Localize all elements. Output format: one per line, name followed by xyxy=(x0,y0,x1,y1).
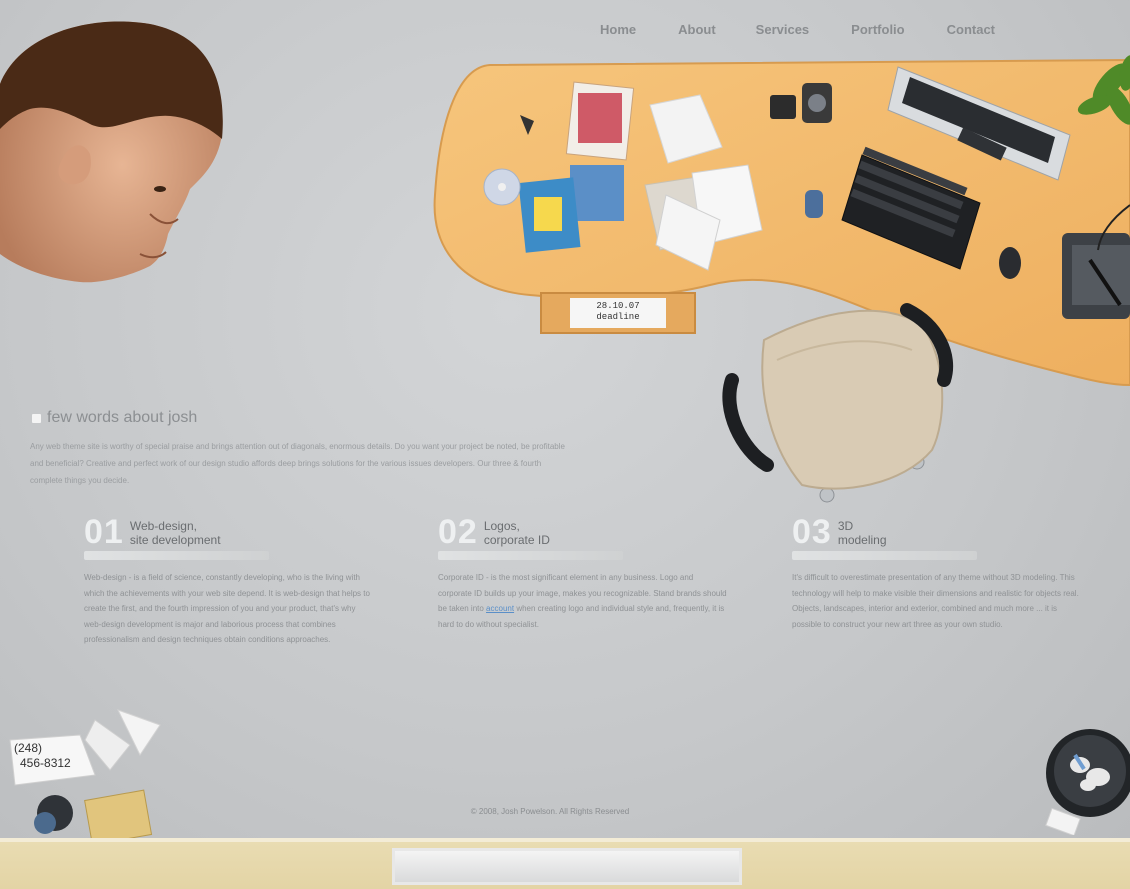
service-3d-modeling: 03 3D modeling It's difficult to overest… xyxy=(792,515,1082,632)
window-frame xyxy=(392,848,742,885)
service-title-line-1: 3D xyxy=(837,519,854,533)
account-link[interactable]: account xyxy=(486,604,514,613)
service-heading: 02 Logos, corporate ID xyxy=(438,515,728,549)
nav-home[interactable]: Home xyxy=(600,22,636,37)
bullet-icon xyxy=(32,413,41,423)
phone-note-line-2: 456-8312 xyxy=(20,756,71,770)
avatar-head-illustration xyxy=(0,21,223,283)
about-heading: few words about josh xyxy=(32,409,197,427)
service-description: It's difficult to overestimate presentat… xyxy=(792,573,1079,629)
about-title-text: few words about josh xyxy=(47,409,198,426)
service-title-line-1: Web-design, xyxy=(129,519,197,533)
phone-note-line-1: (248) xyxy=(14,741,42,755)
service-title: Logos, corporate ID xyxy=(484,515,550,547)
waste-bin-illustration xyxy=(1045,729,1130,835)
nav-contact[interactable]: Contact xyxy=(947,22,995,37)
service-description: Web-design - is a field of science, cons… xyxy=(84,573,370,644)
main-nav: Home About Services Portfolio Contact xyxy=(600,22,1033,37)
service-logos: 02 Logos, corporate ID Corporate ID - is… xyxy=(438,515,728,632)
desk-drawer: 28.10.07 deadline xyxy=(540,292,696,334)
service-divider xyxy=(792,551,977,560)
service-title: 3D modeling xyxy=(838,515,887,547)
service-description: Corporate ID - is the most significant e… xyxy=(438,570,728,632)
service-title-line-2: corporate ID xyxy=(483,533,550,547)
corner-items-illustration: (248) 456-8312 xyxy=(9,709,161,846)
about-paragraph: Any web theme site is worthy of special … xyxy=(30,442,565,485)
drawer-note-line-1: 28.10.07 xyxy=(596,301,640,311)
service-title-line-2: modeling xyxy=(837,533,887,547)
service-number: 02 xyxy=(438,513,478,551)
footer-copyright: © 2008, Josh Powelson. All Rights Reserv… xyxy=(470,807,630,816)
nav-services[interactable]: Services xyxy=(756,22,810,37)
office-chair-illustration xyxy=(722,303,954,503)
service-heading: 03 3D modeling xyxy=(792,515,1082,549)
drawer-note-line-2: deadline xyxy=(596,312,640,322)
nav-about[interactable]: About xyxy=(678,22,716,37)
service-heading: 01 Web-design, site development xyxy=(84,515,374,549)
service-divider xyxy=(438,551,623,560)
service-title-line-1: Logos, xyxy=(483,519,520,533)
service-title: Web-design, site development xyxy=(130,515,221,547)
service-web-design: 01 Web-design, site development Web-desi… xyxy=(84,515,374,648)
drawer-note: 28.10.07 deadline xyxy=(570,298,666,328)
service-number: 03 xyxy=(792,513,832,551)
service-divider xyxy=(84,551,269,560)
service-title-line-2: site development xyxy=(129,533,221,547)
nav-portfolio[interactable]: Portfolio xyxy=(851,22,904,37)
service-number: 01 xyxy=(84,513,124,551)
